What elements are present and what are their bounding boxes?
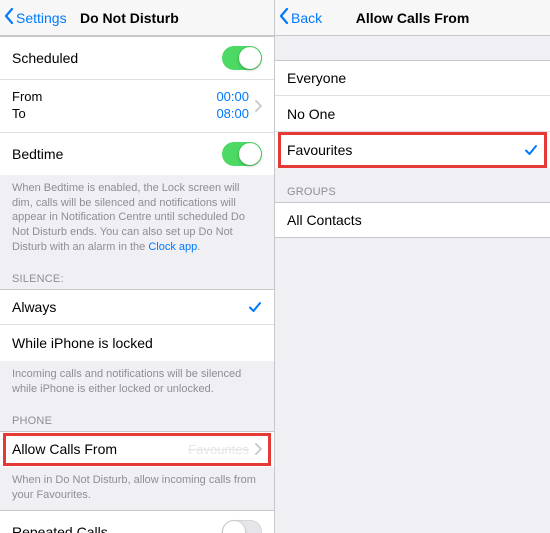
option-label: Favourites (287, 142, 352, 158)
bedtime-footer: When Bedtime is enabled, the Lock screen… (0, 175, 274, 263)
bedtime-row[interactable]: Bedtime (0, 133, 274, 175)
allow-calls-label: Allow Calls From (12, 441, 117, 457)
from-label: From (12, 89, 42, 106)
scheduled-row[interactable]: Scheduled (0, 36, 274, 80)
silence-header: SILENCE: (0, 263, 274, 289)
option-noone[interactable]: No One (275, 96, 550, 132)
allow-footer: When in Do Not Disturb, allow incoming c… (0, 467, 274, 511)
bedtime-switch[interactable] (222, 142, 262, 166)
option-everyone[interactable]: Everyone (275, 60, 550, 96)
dnd-settings-screen: Settings Do Not Disturb Scheduled From T… (0, 0, 275, 533)
while-locked-row[interactable]: While iPhone is locked (0, 325, 274, 361)
scheduled-label: Scheduled (12, 50, 78, 66)
repeated-calls-switch[interactable] (222, 520, 262, 533)
always-row[interactable]: Always (0, 289, 274, 325)
nav-bar: Back Allow Calls From (275, 0, 550, 36)
chevron-left-icon (279, 8, 289, 27)
back-label: Back (291, 10, 322, 26)
chevron-right-icon (255, 443, 262, 455)
chevron-right-icon (255, 100, 262, 112)
repeated-calls-label: Repeated Calls (12, 524, 108, 533)
back-button[interactable]: Settings (0, 8, 67, 27)
option-all-contacts[interactable]: All Contacts (275, 202, 550, 238)
clock-app-link[interactable]: Clock app (148, 241, 197, 253)
check-icon (248, 300, 262, 314)
allow-calls-row[interactable]: Allow Calls From Favourites (0, 431, 274, 467)
bedtime-label: Bedtime (12, 146, 63, 162)
nav-bar: Settings Do Not Disturb (0, 0, 274, 36)
while-locked-label: While iPhone is locked (12, 335, 153, 351)
chevron-left-icon (4, 8, 14, 27)
option-label: All Contacts (287, 212, 362, 228)
option-favourites[interactable]: Favourites (275, 132, 550, 168)
groups-header: GROUPS (275, 168, 550, 202)
scheduled-switch[interactable] (222, 46, 262, 70)
silence-footer: Incoming calls and notifications will be… (0, 361, 274, 405)
schedule-time-row[interactable]: From To 00:00 08:00 (0, 80, 274, 133)
option-label: No One (287, 106, 335, 122)
to-time: 08:00 (216, 106, 249, 123)
phone-header: PHONE (0, 405, 274, 431)
always-label: Always (12, 299, 56, 315)
to-label: To (12, 106, 42, 123)
repeated-calls-row[interactable]: Repeated Calls (0, 510, 274, 533)
from-time: 00:00 (216, 89, 249, 106)
back-label: Settings (16, 10, 67, 26)
allow-calls-value: Favourites (188, 442, 249, 457)
allow-calls-screen: Back Allow Calls From Everyone No One Fa… (275, 0, 550, 533)
check-icon (524, 143, 538, 157)
option-label: Everyone (287, 70, 346, 86)
back-button[interactable]: Back (275, 8, 322, 27)
